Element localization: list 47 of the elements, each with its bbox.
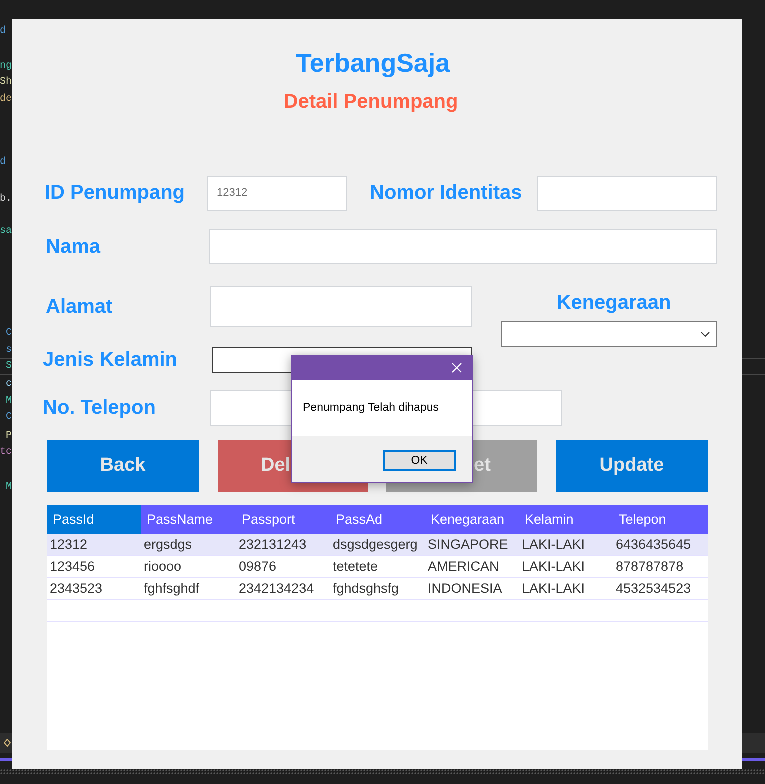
code-text: M <box>6 396 12 408</box>
field-label: Nama <box>46 234 102 258</box>
table-cell-text: LAKI-LAKI <box>521 536 586 554</box>
code-text: d <box>0 157 6 169</box>
table-cell-text: 12312 <box>49 536 89 554</box>
table-cell-text: LAKI-LAKI <box>521 580 586 598</box>
code-text: P <box>6 431 12 443</box>
table-cell-text: 2342134234 <box>238 580 316 598</box>
code-text: C <box>6 328 12 340</box>
code-text: Sh <box>0 77 12 89</box>
table-cell-text: ergsdgs <box>143 536 194 554</box>
table-cell-text: 878787878 <box>615 558 685 576</box>
table-cell-text: 6436435645 <box>615 536 692 554</box>
field-label: Kenegaraan <box>556 291 672 315</box>
table-cell-text: 232131243 <box>238 536 308 554</box>
table-cell-text: LAKI-LAKI <box>521 558 586 576</box>
page-subtitle: Detail Penumpang <box>284 90 458 114</box>
table-cell-text: 4532534523 <box>615 580 692 598</box>
table-cell-text: 123456 <box>49 558 96 576</box>
code-text: c <box>6 379 12 391</box>
field-label: Alamat <box>46 294 114 318</box>
table-cell-text: AMERICAN <box>427 558 500 576</box>
code-text: tc <box>0 447 12 459</box>
table-cell-text: rioooo <box>143 558 183 576</box>
table-cell-text: SINGAPORE <box>427 536 510 554</box>
code-text: de <box>0 94 12 106</box>
code-text: M <box>6 482 12 494</box>
field-label: ID Penumpang <box>45 181 186 205</box>
table-cell-text: 2343523 <box>49 580 104 598</box>
code-text: b. <box>0 194 12 206</box>
app-title: TerbangSaja <box>296 48 450 78</box>
table-cell-text: dsgsdgesgerg <box>332 536 419 554</box>
table-cell-text: fghdsghsfg <box>332 580 400 598</box>
code-text: S <box>6 361 12 373</box>
dialog-message: Penumpang Telah dihapus <box>303 402 439 414</box>
table-cell-text: 09876 <box>238 558 278 576</box>
code-text: C <box>6 412 12 424</box>
code-text: ng <box>0 61 12 73</box>
table-cell-text: INDONESIA <box>427 580 504 598</box>
table-cell-text: tetetete <box>332 558 380 576</box>
code-text: d <box>0 26 6 38</box>
table-cell-text: fghfsghdf <box>143 580 201 598</box>
field-label: No. Telepon <box>43 396 157 420</box>
code-text: sa <box>0 226 12 238</box>
field-label: Jenis Kelamin <box>43 348 179 372</box>
code-text: s <box>6 345 12 357</box>
field-label: Nomor Identitas <box>370 181 524 205</box>
